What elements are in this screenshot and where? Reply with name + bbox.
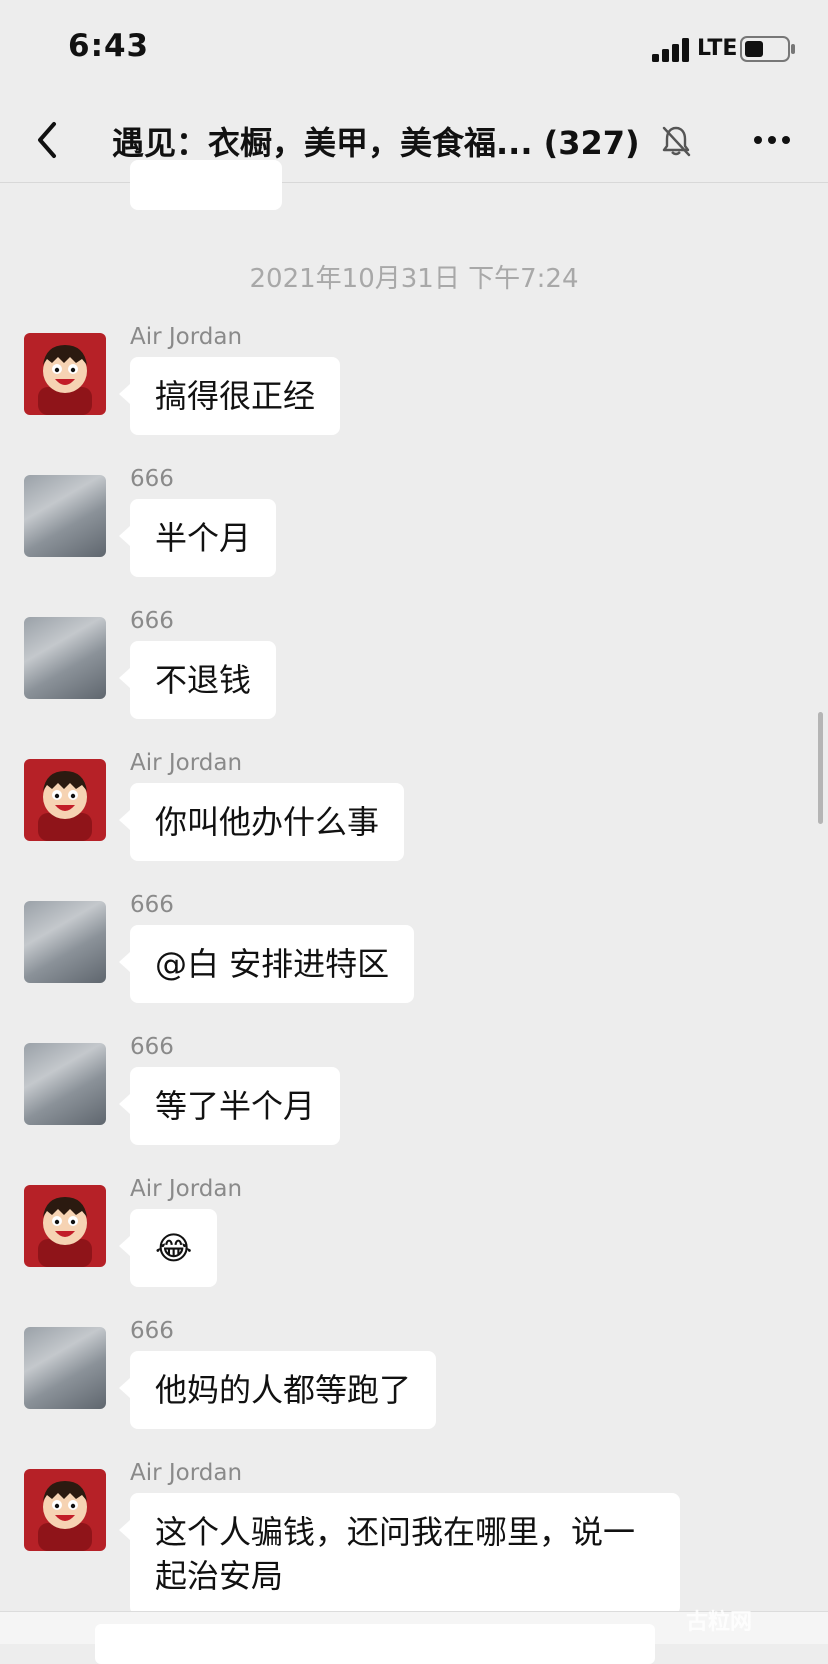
message-bubble[interactable]: 你叫他办什么事 bbox=[118, 783, 405, 861]
message-bubble[interactable]: @白 安排进特区 bbox=[118, 925, 415, 1003]
chevron-left-icon[interactable] bbox=[28, 118, 68, 162]
sender-name: Air Jordan bbox=[130, 1176, 243, 1202]
scrollbar[interactable] bbox=[818, 712, 823, 824]
cloudy-sky-avatar[interactable] bbox=[24, 475, 106, 557]
sender-name: Air Jordan bbox=[130, 750, 243, 776]
cloudy-sky-avatar[interactable] bbox=[24, 1043, 106, 1125]
sender-name: 666 bbox=[130, 1318, 174, 1344]
message-input[interactable] bbox=[95, 1624, 655, 1664]
cartoon-boy-avatar[interactable] bbox=[24, 1469, 106, 1551]
chat-title[interactable]: 遇见：衣橱，美甲，美食福... (327) bbox=[112, 118, 640, 164]
sender-name: 666 bbox=[130, 1034, 174, 1060]
signal-bars-icon bbox=[652, 38, 689, 62]
message-bubble[interactable]: 半个月 bbox=[118, 499, 277, 577]
message-timestamp: 2021年10月31日 下午7:24 bbox=[249, 264, 579, 294]
cloudy-sky-avatar[interactable] bbox=[24, 617, 106, 699]
cartoon-boy-avatar[interactable] bbox=[24, 759, 106, 841]
cloudy-sky-avatar[interactable] bbox=[24, 901, 106, 983]
more-dots-icon[interactable] bbox=[750, 122, 794, 158]
sender-name: 666 bbox=[130, 892, 174, 918]
message-bubble[interactable]: 他妈的人都等跑了 bbox=[118, 1351, 437, 1429]
sender-name: Air Jordan bbox=[130, 324, 243, 350]
sender-name: Air Jordan bbox=[130, 1460, 243, 1486]
watermark: 古粒网 bbox=[686, 1610, 753, 1635]
message-bubble[interactable]: 等了半个月 bbox=[118, 1067, 341, 1145]
sender-name: 666 bbox=[130, 608, 174, 634]
status-bar: 6:43 LTE bbox=[0, 0, 828, 100]
battery-icon bbox=[740, 36, 795, 62]
cartoon-boy-avatar[interactable] bbox=[24, 333, 106, 415]
status-time: 6:43 bbox=[68, 28, 150, 64]
emoji-message-bubble[interactable]: 😂 bbox=[118, 1209, 218, 1287]
message-bubble[interactable]: 不退钱 bbox=[118, 641, 277, 719]
sender-name: 666 bbox=[130, 466, 174, 492]
cartoon-boy-avatar[interactable] bbox=[24, 1185, 106, 1267]
cloudy-sky-avatar[interactable] bbox=[24, 1327, 106, 1409]
message-bubble[interactable]: 这个人骗钱，还问我在哪里，说一起治安局 bbox=[119, 1493, 680, 1615]
previous-message-bubble[interactable] bbox=[130, 160, 282, 210]
chat-header: 遇见：衣橱，美甲，美食福... (327) bbox=[0, 100, 828, 183]
bell-muted-icon bbox=[662, 126, 691, 157]
message-bubble[interactable]: 搞得很正经 bbox=[118, 357, 341, 435]
network-type-label: LTE bbox=[697, 36, 738, 61]
